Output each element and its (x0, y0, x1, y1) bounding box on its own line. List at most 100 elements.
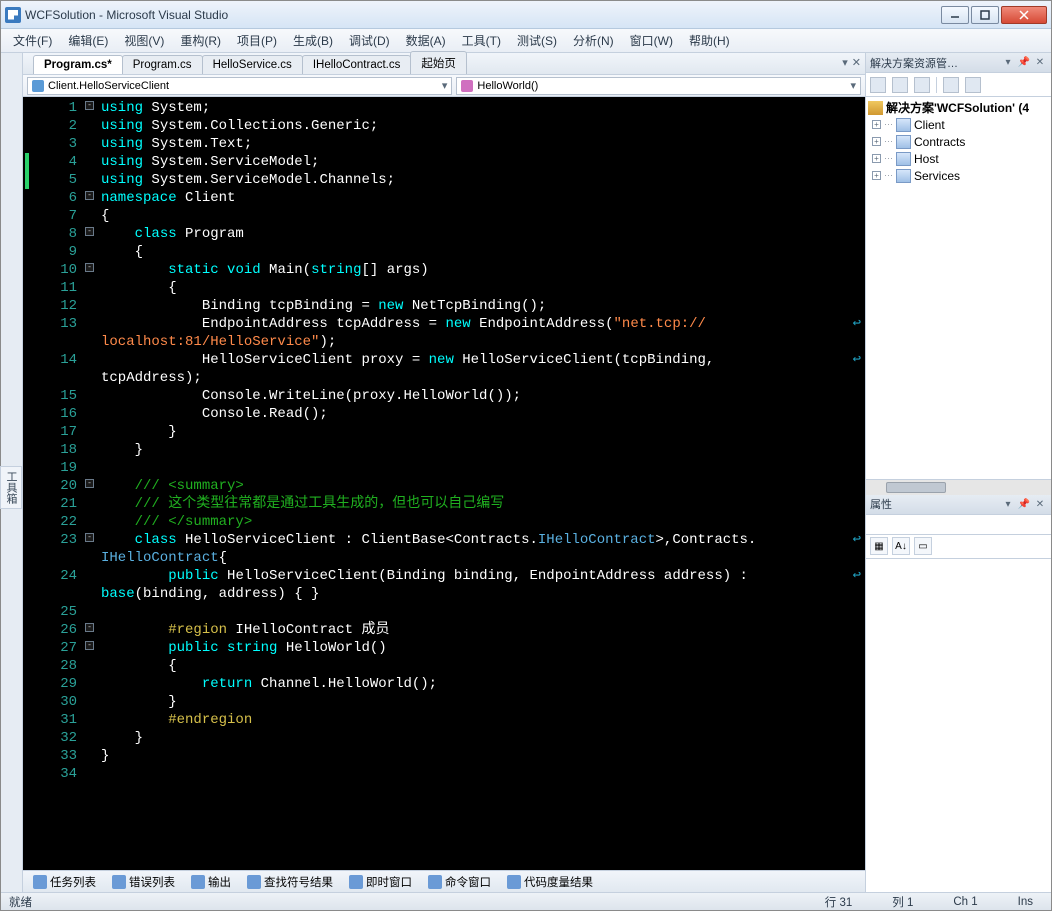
bottom-tab-代码度量结果[interactable]: 代码度量结果 (501, 872, 599, 892)
code-line[interactable]: } (101, 729, 861, 747)
menu-编辑(E)[interactable]: 编辑(E) (60, 30, 116, 51)
code-line[interactable] (101, 765, 861, 783)
close-icon[interactable]: ✕ (1033, 497, 1047, 511)
menu-分析(N)[interactable]: 分析(N) (565, 30, 622, 51)
properties-grid[interactable]: ▦ A↓ ▭ (866, 515, 1051, 893)
tab-起始页[interactable]: 起始页 (410, 51, 467, 74)
menu-调试(D)[interactable]: 调试(D) (341, 30, 398, 51)
code-line[interactable]: return Channel.HelloWorld(); (101, 675, 861, 693)
properties-object-selector[interactable] (866, 515, 1051, 535)
project-Contracts[interactable]: +⋯Contracts (868, 133, 1049, 150)
solution-tree[interactable]: 解决方案'WCFSolution' (4 +⋯Client+⋯Contracts… (866, 97, 1051, 479)
rail-toolbox[interactable]: 工具箱 (0, 466, 22, 509)
code-line[interactable]: #region IHelloContract 成员 (101, 621, 861, 639)
code-line[interactable]: namespace Client (101, 189, 861, 207)
code-line[interactable]: /// </summary> (101, 513, 861, 531)
code-editor[interactable]: 1234567891011121314151617181920212223242… (23, 97, 865, 870)
view-code-icon[interactable] (943, 77, 959, 93)
code-line[interactable]: Console.WriteLine(proxy.HelloWorld()); (101, 387, 861, 405)
fold-toggle[interactable]: - (85, 263, 94, 272)
bottom-tab-错误列表[interactable]: 错误列表 (106, 872, 181, 892)
class-selector[interactable]: Client.HelloServiceClient ▾ (27, 77, 452, 95)
fold-toggle[interactable]: - (85, 623, 94, 632)
code-line[interactable]: } (101, 693, 861, 711)
fold-toggle[interactable]: - (85, 479, 94, 488)
menu-数据(A)[interactable]: 数据(A) (398, 30, 454, 51)
categorized-icon[interactable]: ▦ (870, 537, 888, 555)
code-line[interactable]: base(binding, address) { } (101, 585, 861, 603)
menu-文件(F)[interactable]: 文件(F) (5, 30, 60, 51)
expand-icon[interactable]: + (872, 120, 881, 129)
code-line[interactable]: public HelloServiceClient(Binding bindin… (101, 567, 861, 585)
maximize-button[interactable] (971, 6, 999, 24)
menu-工具(T)[interactable]: 工具(T) (454, 30, 509, 51)
code-line[interactable]: Binding tcpBinding = new NetTcpBinding()… (101, 297, 861, 315)
properties-icon[interactable] (870, 77, 886, 93)
fold-toggle[interactable]: - (85, 641, 94, 650)
menu-视图(V)[interactable]: 视图(V) (116, 30, 172, 51)
menu-重构(R)[interactable]: 重构(R) (172, 30, 229, 51)
expand-icon[interactable]: + (872, 171, 881, 180)
bottom-tab-任务列表[interactable]: 任务列表 (27, 872, 102, 892)
code-line[interactable]: using System.Text; (101, 135, 861, 153)
fold-toggle[interactable]: - (85, 101, 94, 110)
refresh-icon[interactable] (914, 77, 930, 93)
minimize-button[interactable] (941, 6, 969, 24)
fold-toggle[interactable]: - (85, 191, 94, 200)
code-line[interactable]: static void Main(string[] args) (101, 261, 861, 279)
code-line[interactable]: tcpAddress); (101, 369, 861, 387)
code-line[interactable]: { (101, 243, 861, 261)
code-line[interactable]: using System.Collections.Generic; (101, 117, 861, 135)
property-pages-icon[interactable]: ▭ (914, 537, 932, 555)
member-selector[interactable]: HelloWorld() ▾ (456, 77, 861, 95)
code-line[interactable] (101, 603, 861, 621)
dropdown-icon[interactable]: ▾ (1001, 497, 1015, 511)
code-line[interactable]: localhost:81/HelloService"); (101, 333, 861, 351)
code-line[interactable]: { (101, 207, 861, 225)
solution-root[interactable]: 解决方案'WCFSolution' (4 (868, 99, 1049, 116)
tab-IHelloContract.cs[interactable]: IHelloContract.cs (302, 55, 412, 74)
code-line[interactable]: public string HelloWorld() (101, 639, 861, 657)
dropdown-icon[interactable]: ▾ (1001, 56, 1015, 70)
code-line[interactable]: /// 这个类型往常都是通过工具生成的，但也可以自己编写 (101, 495, 861, 513)
fold-toggle[interactable]: - (85, 533, 94, 542)
tab-dropdown-icon[interactable]: ▾ (842, 56, 848, 69)
expand-icon[interactable]: + (872, 137, 881, 146)
project-Host[interactable]: +⋯Host (868, 150, 1049, 167)
expand-icon[interactable]: + (872, 154, 881, 163)
code-line[interactable]: } (101, 423, 861, 441)
code-line[interactable] (101, 459, 861, 477)
close-button[interactable] (1001, 6, 1047, 24)
bottom-tab-即时窗口[interactable]: 即时窗口 (343, 872, 418, 892)
tree-hscroll[interactable] (866, 479, 1051, 495)
show-all-icon[interactable] (892, 77, 908, 93)
code-line[interactable]: IHelloContract{ (101, 549, 861, 567)
code-line[interactable]: using System.ServiceModel; (101, 153, 861, 171)
code-line[interactable]: using System; (101, 99, 861, 117)
code-line[interactable]: Console.Read(); (101, 405, 861, 423)
tab-HelloService.cs[interactable]: HelloService.cs (202, 55, 303, 74)
project-Services[interactable]: +⋯Services (868, 167, 1049, 184)
code-line[interactable]: class HelloServiceClient : ClientBase<Co… (101, 531, 861, 549)
menu-帮助(H)[interactable]: 帮助(H) (681, 30, 738, 51)
view-designer-icon[interactable] (965, 77, 981, 93)
tab-close-icon[interactable]: ✕ (852, 56, 861, 69)
menu-测试(S)[interactable]: 测试(S) (509, 30, 565, 51)
fold-toggle[interactable]: - (85, 227, 94, 236)
code-line[interactable]: #endregion (101, 711, 861, 729)
menu-项目(P)[interactable]: 项目(P) (229, 30, 285, 51)
pin-icon[interactable]: 📌 (1017, 497, 1031, 511)
pin-icon[interactable]: 📌 (1017, 56, 1031, 70)
bottom-tab-输出[interactable]: 输出 (185, 872, 237, 892)
menu-生成(B)[interactable]: 生成(B) (285, 30, 341, 51)
bottom-tab-命令窗口[interactable]: 命令窗口 (422, 872, 497, 892)
project-Client[interactable]: +⋯Client (868, 116, 1049, 133)
code-line[interactable]: { (101, 657, 861, 675)
menu-窗口(W)[interactable]: 窗口(W) (622, 30, 681, 51)
code-line[interactable]: class Program (101, 225, 861, 243)
code-line[interactable]: using System.ServiceModel.Channels; (101, 171, 861, 189)
code-line[interactable]: } (101, 441, 861, 459)
code-line[interactable]: /// <summary> (101, 477, 861, 495)
bottom-tab-查找符号结果[interactable]: 查找符号结果 (241, 872, 339, 892)
code-line[interactable]: EndpointAddress tcpAddress = new Endpoin… (101, 315, 861, 333)
